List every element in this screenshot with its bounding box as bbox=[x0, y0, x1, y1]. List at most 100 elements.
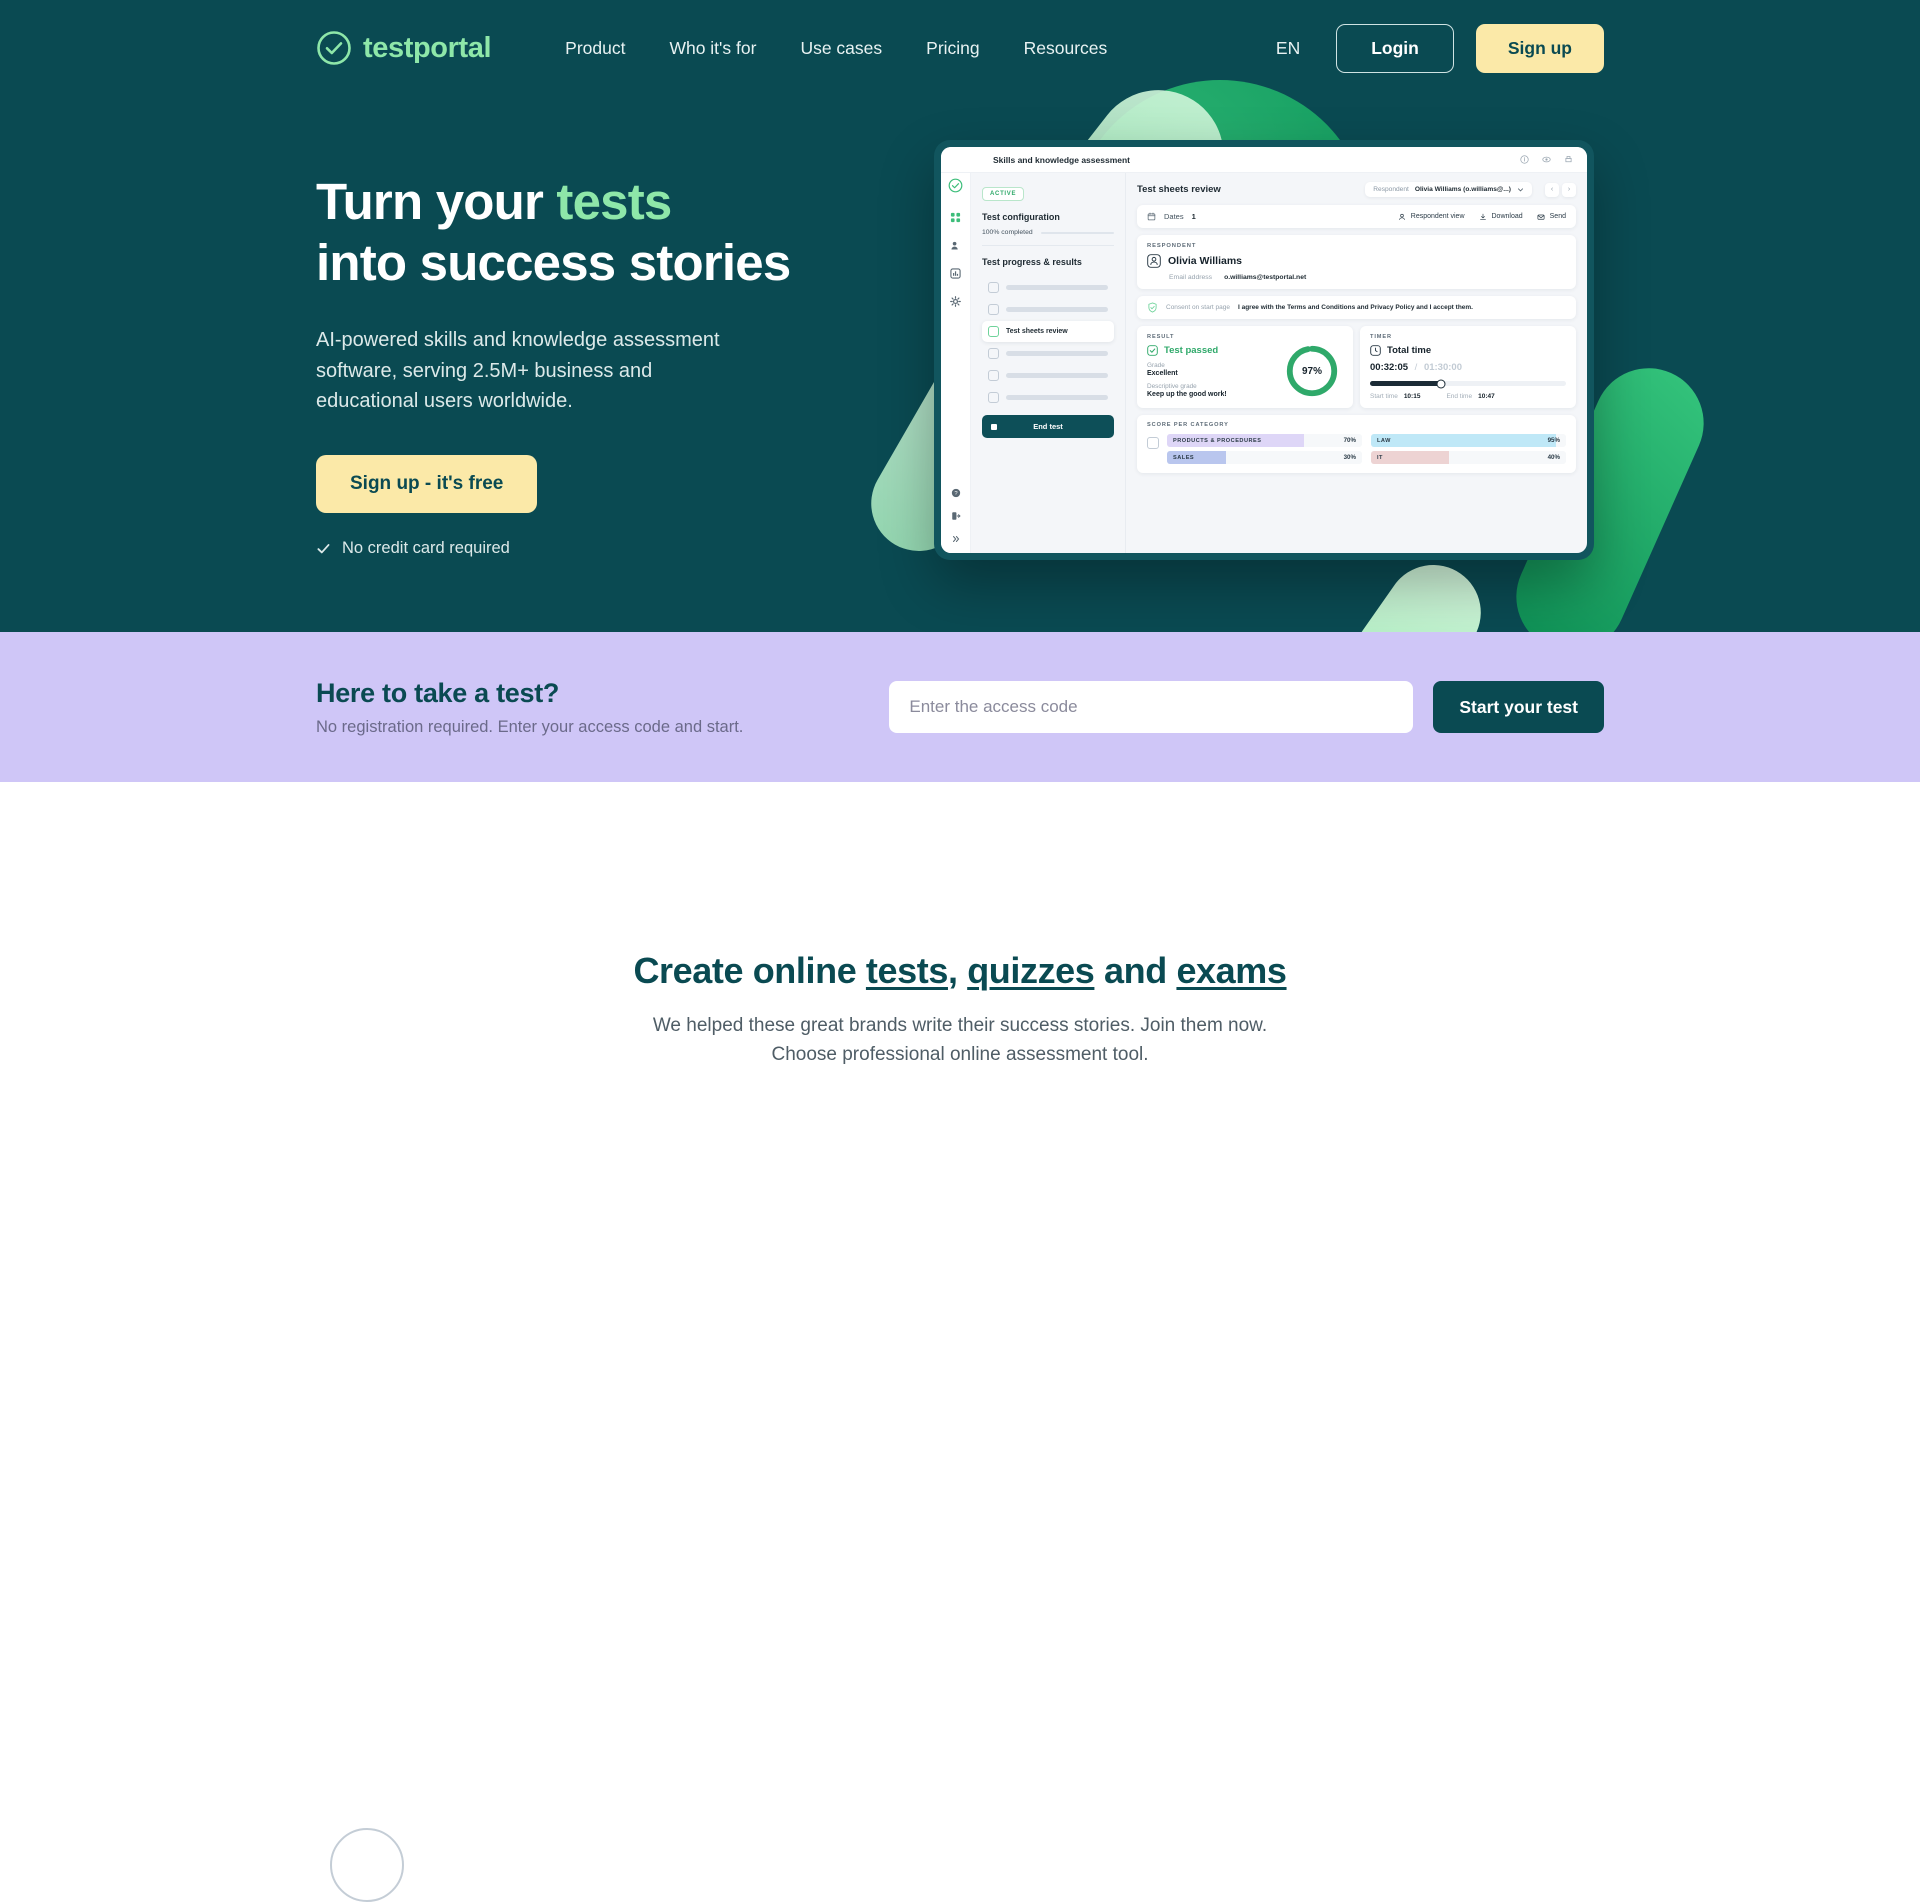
menu-item-label: Test sheets review bbox=[1006, 328, 1068, 335]
respondent-view-button[interactable]: Respondent view bbox=[1398, 213, 1465, 221]
download-label: Download bbox=[1491, 213, 1523, 220]
app-menu: Test sheets review bbox=[982, 277, 1114, 408]
brands-subtitle-line2: Choose professional online assessment to… bbox=[771, 1043, 1149, 1065]
app-screen: Skills and knowledge assessment ? ACTIVE… bbox=[941, 147, 1587, 553]
check-circle-icon bbox=[316, 30, 352, 66]
test-configuration-title: Test configuration bbox=[982, 212, 1060, 222]
check-circle-icon bbox=[948, 178, 963, 193]
print-icon[interactable] bbox=[1564, 155, 1573, 164]
menu-item-test-sheets-review[interactable]: Test sheets review bbox=[982, 321, 1114, 342]
list-item[interactable] bbox=[982, 387, 1114, 408]
header-actions: EN Login Sign up bbox=[1262, 23, 1604, 73]
rail-bottom-icons: ? bbox=[951, 488, 961, 553]
review-toolbar: Respondent view Download Send bbox=[1398, 213, 1566, 221]
bar-chart-icon bbox=[1147, 437, 1159, 449]
nav-item-who-its-for[interactable]: Who it's for bbox=[647, 28, 778, 69]
check-icon bbox=[316, 541, 331, 556]
list-item[interactable] bbox=[982, 277, 1114, 298]
consent-label: Consent on start page bbox=[1166, 304, 1230, 311]
consent-row: Consent on start page I agree with the T… bbox=[1137, 296, 1576, 319]
respondent-email-row: Email address o.williams@testportal.net bbox=[1147, 274, 1566, 281]
list-item[interactable] bbox=[982, 299, 1114, 320]
pager-next-button[interactable]: › bbox=[1562, 182, 1576, 197]
timer-card: TIMER Total time 00:32:05 / 01:30:00 Sta… bbox=[1360, 326, 1576, 408]
respondent-select[interactable]: Respondent Olivia Williams (o.williams@.… bbox=[1365, 182, 1532, 197]
brands-title-quizzes: quizzes bbox=[967, 950, 1095, 991]
help-icon[interactable]: ? bbox=[951, 488, 961, 498]
start-time-label: Start time bbox=[1370, 393, 1398, 400]
brands-title-exams: exams bbox=[1176, 950, 1287, 991]
brand-logo-partial bbox=[330, 1828, 404, 1902]
eye-icon[interactable] bbox=[1542, 155, 1551, 164]
app-config-column: ACTIVE Test configuration 100% completed… bbox=[971, 173, 1126, 553]
info-icon[interactable] bbox=[1520, 155, 1529, 164]
brands-subtitle-line1: We helped these great brands write their… bbox=[652, 1015, 1268, 1036]
start-test-button[interactable]: Start your test bbox=[1433, 681, 1604, 733]
hero-subtitle: AI-powered skills and knowledge assessme… bbox=[316, 329, 720, 413]
dates-row: Dates 1 Respondent view Download Send bbox=[1137, 205, 1576, 228]
nav-item-use-cases[interactable]: Use cases bbox=[778, 28, 904, 69]
score-row: PRODUCTS & PROCEDURES 70% bbox=[1167, 434, 1362, 447]
shield-check-icon bbox=[1148, 302, 1157, 313]
grid-icon[interactable] bbox=[950, 212, 961, 223]
brands-title-comma: , bbox=[947, 950, 968, 991]
main-nav: Product Who it's for Use cases Pricing R… bbox=[543, 28, 1129, 69]
nav-item-product[interactable]: Product bbox=[543, 28, 647, 69]
timer-separator: / bbox=[1414, 362, 1418, 373]
respondents-icon[interactable] bbox=[950, 240, 961, 251]
access-code-copy: Here to take a test? No registration req… bbox=[316, 678, 889, 737]
access-code-subtitle: No registration required. Enter your acc… bbox=[316, 717, 744, 736]
status-badge: ACTIVE bbox=[982, 187, 1025, 201]
placeholder-bar bbox=[1006, 285, 1108, 290]
device-frame: Skills and knowledge assessment ? ACTIVE… bbox=[934, 140, 1594, 560]
hero-title-part2: into success stories bbox=[316, 233, 791, 291]
clock-icon bbox=[1370, 345, 1381, 356]
score-per-category-body: PRODUCTS & PROCEDURES 70% LAW 95% SALES … bbox=[1147, 434, 1566, 464]
logo[interactable]: testportal bbox=[316, 30, 492, 66]
nav-item-pricing[interactable]: Pricing bbox=[904, 28, 1002, 69]
logout-icon[interactable] bbox=[951, 511, 961, 521]
result-timer-row: RESULT Test passed Grade Excellent Descr… bbox=[1137, 326, 1576, 408]
timer-title: Total time bbox=[1387, 345, 1432, 356]
brands-subtitle: We helped these great brands write their… bbox=[0, 1012, 1920, 1069]
reports-icon[interactable] bbox=[950, 268, 961, 279]
stop-icon bbox=[991, 423, 997, 430]
score-category-name: PRODUCTS & PROCEDURES bbox=[1173, 437, 1262, 444]
app-topbar-title: Skills and knowledge assessment bbox=[993, 154, 1131, 165]
config-progress-label: 100% completed bbox=[982, 229, 1033, 236]
brands-title: Create online tests, quizzes and exams bbox=[0, 950, 1920, 992]
check-square-icon bbox=[1147, 345, 1158, 356]
email-label: Email address bbox=[1169, 274, 1213, 281]
dates-label: Dates bbox=[1164, 212, 1184, 221]
no-credit-card-note: No credit card required bbox=[316, 539, 956, 558]
timer-total: 01:30:00 bbox=[1423, 362, 1462, 373]
hero-section: testportal Product Who it's for Use case… bbox=[0, 0, 1920, 632]
score-per-category-kicker: SCORE PER CATEGORY bbox=[1147, 422, 1229, 428]
list-item[interactable] bbox=[982, 365, 1114, 386]
score-row: SALES 30% bbox=[1167, 451, 1362, 464]
expand-icon[interactable] bbox=[951, 534, 961, 544]
respondent-card: RESPONDENT Olivia Williams Email address… bbox=[1137, 235, 1576, 289]
hero-signup-button[interactable]: Sign up - it's free bbox=[316, 454, 538, 513]
list-item[interactable] bbox=[982, 343, 1114, 364]
pager-prev-button[interactable]: ‹ bbox=[1545, 182, 1559, 197]
result-kicker: RESULT bbox=[1147, 334, 1175, 340]
login-button[interactable]: Login bbox=[1336, 23, 1454, 73]
signup-button[interactable]: Sign up bbox=[1475, 23, 1604, 73]
access-code-input[interactable] bbox=[889, 681, 1414, 733]
timer-used: 00:32:05 bbox=[1370, 362, 1409, 373]
end-test-button[interactable]: End test bbox=[982, 415, 1114, 438]
language-selector[interactable]: EN bbox=[1262, 30, 1314, 67]
respondent-select-label: Respondent bbox=[1373, 186, 1409, 193]
nav-item-resources[interactable]: Resources bbox=[1002, 28, 1130, 69]
email-value: o.williams@testportal.net bbox=[1224, 274, 1307, 281]
gear-icon[interactable] bbox=[950, 296, 961, 307]
app-mockup: Skills and knowledge assessment ? ACTIVE… bbox=[934, 140, 1594, 560]
download-button[interactable]: Download bbox=[1479, 213, 1523, 221]
mail-icon bbox=[1537, 214, 1545, 220]
timer-progress-knob bbox=[1437, 380, 1445, 387]
send-button[interactable]: Send bbox=[1537, 213, 1566, 221]
review-title: Test sheets review bbox=[1137, 184, 1221, 195]
menu-icon bbox=[988, 370, 999, 381]
placeholder-bar bbox=[1006, 373, 1108, 378]
